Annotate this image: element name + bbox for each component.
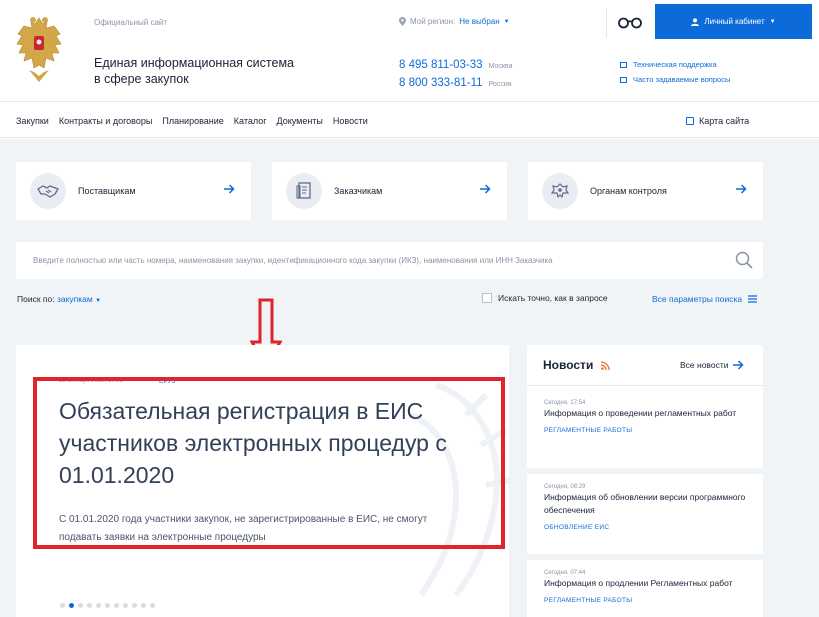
rss-icon[interactable] [601,360,610,370]
card-suppliers[interactable]: Поставщикам [16,162,251,220]
news-item[interactable]: Сегодня, 17:54 Информация о проведении р… [527,400,763,434]
slider-dot[interactable] [96,603,101,608]
site-title-line2: в сфере закупок [94,72,189,86]
phone-city: Россия [488,81,512,88]
card-label: Органам контроля [590,186,667,196]
card-label: Заказчикам [334,186,383,196]
news-time: Сегодня, 08:29 [544,484,586,490]
all-params-label: Все параметры поиска [652,294,743,304]
filter-lines-icon [748,295,758,303]
slider-dot[interactable] [69,603,74,608]
nav-item-purchases[interactable]: Закупки [16,116,49,126]
card-customers[interactable]: Заказчикам [272,162,507,220]
slider-dot[interactable] [114,603,119,608]
site-title[interactable]: Единая информационная система в сфере за… [94,55,334,87]
nav-item-contracts[interactable]: Контракты и договоры [59,116,153,126]
news-divider [527,385,763,386]
region-label: Мой регион: [410,17,456,26]
phone-city: Москва [488,63,513,70]
phone-number[interactable]: 8 495 811-03-33 [399,57,483,73]
news-item[interactable]: Сегодня, 08:29 Информация об обновлении … [527,484,763,531]
official-site-label: Официальный сайт [94,18,168,27]
news-title: Новости [543,358,610,372]
region-selector[interactable]: Мой регион: Не выбран ▼ [399,17,510,26]
news-title-label: Новости [543,358,594,372]
support-links: Техническая поддержка Часто задаваемые в… [620,57,730,87]
annotation-highlight-box [33,377,505,549]
news-item[interactable]: Сегодня, 07:44 Информация о продлении Ре… [527,570,763,604]
all-news-label: Все новости [680,360,729,370]
news-headline[interactable]: Информация об обновлении версии программ… [544,491,749,517]
search-placeholder: Введите полностью или часть номера, наим… [33,256,553,265]
emblem-icon [542,173,578,209]
checkbox[interactable] [482,293,492,303]
news-panel: Новости Все новости Сегодня, 17:54 Инфор… [527,345,763,617]
news-category[interactable]: ОБНОВЛЕНИЕ ЕИС [544,524,763,531]
header-divider [606,8,607,38]
slider-dots [60,603,155,608]
location-pin-icon [399,17,406,26]
slider-dot[interactable] [78,603,83,608]
card-label: Поставщикам [78,186,136,196]
nav-item-planning[interactable]: Планирование [162,116,223,126]
news-separator [527,554,763,560]
faq-link-label: Часто задаваемые вопросы [633,75,731,84]
support-link-label: Техническая поддержка [633,60,717,69]
slider-dot[interactable] [105,603,110,608]
handshake-icon [30,173,66,209]
accessibility-glasses-icon[interactable] [617,13,643,31]
exact-search-label: Искать точно, как в запросе [498,293,608,303]
faq-icon [620,76,627,83]
phones-block: 8 495 811-03-33 Москва 8 800 333-81-11 Р… [399,57,512,93]
arrow-right-icon [224,184,235,194]
slider-dot[interactable] [132,603,137,608]
news-time: Сегодня, 07:44 [544,570,586,576]
slider-dot[interactable] [150,603,155,608]
search-by-label: Поиск по: [17,294,55,304]
chevron-down-icon: ▼ [503,18,510,25]
news-category[interactable]: РЕГЛАМЕНТНЫЕ РАБОТЫ [544,427,763,434]
sitemap-icon [686,117,694,125]
arrow-right-icon [736,184,747,194]
sitemap-label: Карта сайта [699,116,750,126]
slider-dot[interactable] [60,603,65,608]
news-headline[interactable]: Информация о проведении регламентных раб… [544,407,749,420]
document-icon [286,173,322,209]
exact-search-checkbox[interactable]: Искать точно, как в запросе [482,293,608,303]
arrow-right-icon [733,360,745,370]
search-by-filter[interactable]: Поиск по: закупкам ▼ [17,294,101,304]
news-time: Сегодня, 17:54 [544,400,586,406]
news-category[interactable]: РЕГЛАМЕНТНЫЕ РАБОТЫ [544,597,763,604]
personal-cabinet-button[interactable]: Личный кабинет ▼ [655,4,812,39]
search-input[interactable]: Введите полностью или часть номера, наим… [16,242,763,279]
user-icon [691,17,700,26]
search-by-value: закупкам [56,294,93,304]
search-icon[interactable] [735,251,753,269]
support-link[interactable]: Техническая поддержка [620,57,730,72]
chevron-down-icon: ▼ [95,298,102,304]
slider-dot[interactable] [141,603,146,608]
chevron-down-icon: ▼ [769,18,776,25]
card-control-bodies[interactable]: Органам контроля [528,162,763,220]
news-separator [527,468,763,474]
russian-emblem-logo[interactable] [14,12,64,88]
sitemap-link[interactable]: Карта сайта [686,116,749,126]
region-value: Не выбран [459,17,500,26]
slider-dot[interactable] [87,603,92,608]
phone-row: 8 800 333-81-11 Россия [399,75,512,93]
phone-row: 8 495 811-03-33 Москва [399,57,512,75]
nav-item-news[interactable]: Новости [333,116,368,126]
all-news-link[interactable]: Все новости [680,360,745,370]
site-title-line1: Единая информационная система [94,56,294,70]
nav-item-documents[interactable]: Документы [277,116,323,126]
arrow-right-icon [480,184,491,194]
all-search-params-link[interactable]: Все параметры поиска [652,294,758,304]
phone-number[interactable]: 8 800 333-81-11 [399,75,483,91]
faq-link[interactable]: Часто задаваемые вопросы [620,72,730,87]
nav-item-catalog[interactable]: Каталог [234,116,267,126]
news-headline[interactable]: Информация о продлении Регламентных рабо… [544,577,749,590]
slider-dot[interactable] [123,603,128,608]
support-icon [620,61,627,68]
personal-cabinet-label: Личный кабинет [704,17,765,26]
